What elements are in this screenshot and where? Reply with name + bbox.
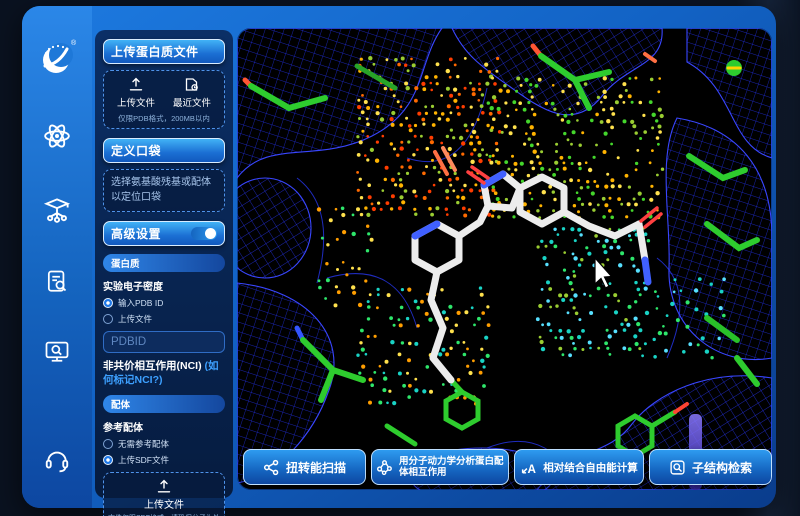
md-analysis-label: 用分子动力学分析蛋白配体相互作用 (399, 456, 504, 479)
molecule-icon (263, 459, 280, 476)
radio-unselected-icon (103, 439, 113, 449)
app-logo: ® (35, 36, 79, 80)
protein-upload-note: 仅限PDB格式，200MB以内 (108, 113, 220, 124)
define-pocket-header: 定义口袋 (103, 138, 225, 163)
pocket-hint-box[interactable]: 选择氨基酸残基或配体以定位口袋 (103, 169, 225, 212)
radio-selected-icon (103, 298, 113, 308)
learn-network-icon (42, 195, 72, 225)
atom-icon (42, 121, 72, 151)
density-label: 实验电子密度 (103, 278, 225, 293)
mesh-tendrils (297, 88, 680, 468)
upload-file-button[interactable]: 上传文件 (117, 77, 155, 109)
reference-ligand-label: 参考配体 (103, 419, 225, 434)
upload-protein-header: 上传蛋白质文件 (103, 39, 225, 64)
sidebar-item-reports[interactable] (37, 262, 77, 302)
molecular-scene (237, 28, 772, 490)
radio-upload-sdf-label: 上传SDF文件 (118, 454, 169, 466)
sdf-upload-label: 上传文件 (144, 496, 184, 511)
radio-no-ref-label: 无需参考配体 (118, 438, 169, 450)
upload-icon (156, 479, 172, 494)
radio-no-reference-ligand[interactable]: 无需参考配体 (103, 438, 225, 450)
radio-upload-sdf[interactable]: 上传SDF文件 (103, 454, 225, 466)
radio-upload-protein-file[interactable]: 上传文件 (103, 313, 225, 325)
sdf-upload-box[interactable]: 上传文件 文件仅限SDF格式，请确保分子为处在口袋中的3D构象 (103, 472, 225, 516)
svg-text:®: ® (71, 39, 77, 47)
sidebar-item-molecules[interactable] (37, 116, 77, 156)
molecule-network-icon (376, 459, 393, 476)
sidebar-item-support[interactable] (37, 440, 77, 480)
svg-text:A: A (528, 462, 537, 475)
advanced-settings-title: 高级设置 (111, 225, 161, 242)
ligand-section-pill: 配体 (103, 395, 225, 413)
torsion-scan-label: 扭转能扫描 (286, 459, 346, 476)
advanced-settings-header: 高级设置 (103, 221, 225, 246)
viewport-3d[interactable]: 扭转能扫描 用分子动力学分析蛋白配体相互作用 A 相对结合自由能计算 (237, 28, 772, 490)
sidebar: ® (22, 6, 92, 508)
md-analysis-button[interactable]: 用分子动力学分析蛋白配体相互作用 (371, 449, 509, 485)
sidebar-item-learning[interactable] (37, 190, 77, 230)
upload-file-label: 上传文件 (117, 95, 155, 109)
document-search-icon (43, 268, 71, 296)
advanced-settings-toggle[interactable] (191, 227, 217, 240)
recent-file-icon (184, 77, 200, 92)
free-energy-button[interactable]: A 相对结合自由能计算 (514, 449, 644, 485)
substructure-search-icon (669, 459, 686, 476)
headset-icon (42, 445, 72, 475)
upload-protein-title: 上传蛋白质文件 (111, 43, 199, 60)
free-energy-label: 相对结合自由能计算 (543, 460, 638, 475)
radio-enter-pdb-label: 输入PDB ID (118, 297, 163, 309)
toggle-knob (205, 228, 216, 239)
desktop-background: ® (0, 0, 800, 516)
nci-label: 非共价相互作用(NCI) (103, 360, 202, 372)
radio-selected-icon (103, 455, 113, 465)
radio-upload-label: 上传文件 (118, 313, 152, 325)
define-pocket-title: 定义口袋 (111, 142, 161, 159)
radio-unselected-icon (103, 314, 113, 324)
recent-files-button[interactable]: 最近文件 (173, 77, 211, 109)
sidebar-item-analysis[interactable] (37, 332, 77, 372)
upload-icon (128, 77, 144, 92)
protein-upload-box: 上传文件 最近文件 仅限PDB格式，200MB以内 (103, 70, 225, 129)
delta-a-icon: A (520, 459, 537, 476)
torsion-scan-button[interactable]: 扭转能扫描 (243, 449, 366, 485)
radio-enter-pdb-id[interactable]: 输入PDB ID (103, 297, 225, 309)
monitor-search-icon (43, 338, 71, 366)
logo-swirl-icon: ® (35, 36, 79, 80)
substructure-search-label: 子结构检索 (692, 459, 752, 476)
app-window: ® (22, 6, 776, 508)
nci-text: 非共价相互作用(NCI) (如何标记NCI?) (103, 360, 225, 387)
pocket-hint-text: 选择氨基酸残基或配体以定位口袋 (111, 177, 211, 203)
protein-section-pill: 蛋白质 (103, 254, 225, 272)
recent-files-label: 最近文件 (173, 95, 211, 109)
left-panel: 上传蛋白质文件 上传文件 最近文件 (95, 30, 233, 498)
action-toolbar: 扭转能扫描 用分子动力学分析蛋白配体相互作用 A 相对结合自由能计算 (243, 449, 772, 485)
pdb-id-input[interactable] (103, 331, 225, 353)
substructure-search-button[interactable]: 子结构检索 (649, 449, 772, 485)
